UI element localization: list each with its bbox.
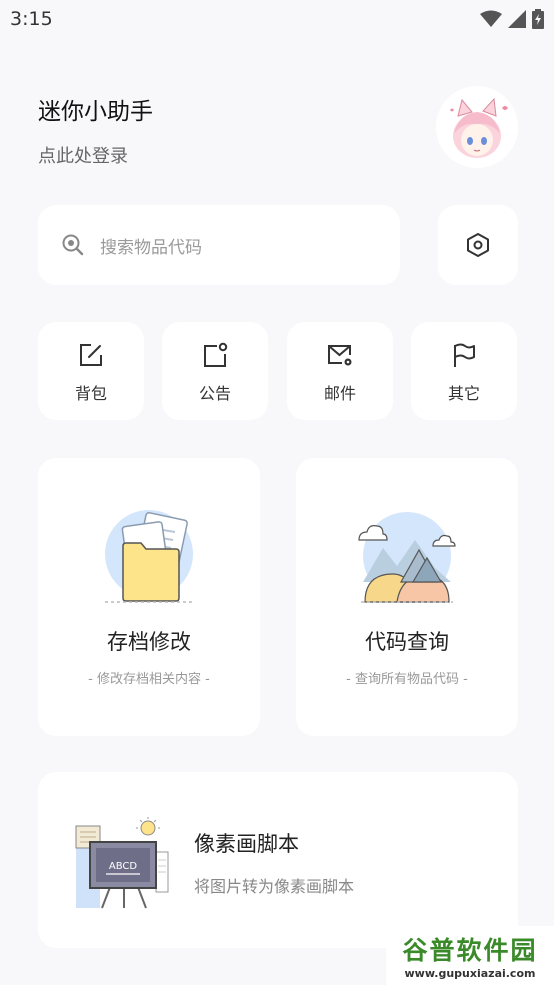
quick-action-mail[interactable]: 邮件 [287, 322, 393, 420]
quick-action-label: 其它 [447, 384, 480, 403]
flag-icon [454, 343, 475, 367]
quick-action-label: 背包 [74, 384, 107, 403]
quick-action-label: 公告 [198, 384, 231, 403]
watermark-url: www.gupuxiazai.com [404, 967, 536, 980]
blackboard-illustration: ABCD [75, 817, 169, 909]
feature-subtitle: - 查询所有物品代码 - [346, 672, 468, 687]
feature-title: 存档修改 [107, 630, 191, 654]
notice-icon [204, 342, 228, 367]
status-time: 3:15 [10, 8, 53, 30]
status-icons [480, 9, 544, 29]
quick-action-other[interactable]: 其它 [411, 322, 517, 420]
settings-hexagon-icon [467, 233, 489, 257]
settings-button[interactable] [438, 205, 518, 285]
signal-icon [508, 10, 526, 28]
login-link[interactable]: 点此处登录 [38, 142, 153, 168]
feature-subtitle: - 修改存档相关内容 - [88, 672, 210, 687]
pixel-script-subtitle: 将图片转为像素画脚本 [194, 877, 355, 896]
watermark-name: 谷普软件园 [402, 936, 538, 965]
search-icon [62, 234, 84, 256]
quick-action-bag[interactable]: 背包 [38, 322, 144, 420]
code-query-card[interactable]: 代码查询 - 查询所有物品代码 - [296, 458, 518, 736]
quick-action-label: 邮件 [323, 384, 356, 403]
board-text: ABCD [109, 861, 138, 872]
site-watermark: 谷普软件园 www.gupuxiazai.com [386, 926, 554, 985]
edit-icon [80, 344, 102, 366]
mountain-illustration [358, 512, 456, 603]
app-title: 迷你小助手 [38, 99, 153, 125]
pixel-script-card[interactable]: ABCD 像素画脚本 将图片转为像素画脚本 [38, 772, 518, 948]
pixel-script-title: 像素画脚本 [194, 832, 299, 856]
avatar[interactable] [436, 86, 518, 168]
status-bar: 3:15 [0, 0, 554, 38]
mail-settings-icon [328, 345, 352, 366]
quick-action-notice[interactable]: 公告 [162, 322, 268, 420]
wifi-icon [480, 10, 502, 27]
save-edit-card[interactable]: 存档修改 - 修改存档相关内容 - [38, 458, 260, 736]
folder-illustration [105, 510, 193, 603]
search-box[interactable]: 搜索物品代码 [38, 205, 400, 285]
feature-title: 代码查询 [365, 630, 449, 654]
battery-charging-icon [532, 9, 544, 29]
header: 迷你小助手 点此处登录 [38, 92, 153, 168]
search-input[interactable]: 搜索物品代码 [100, 233, 202, 258]
